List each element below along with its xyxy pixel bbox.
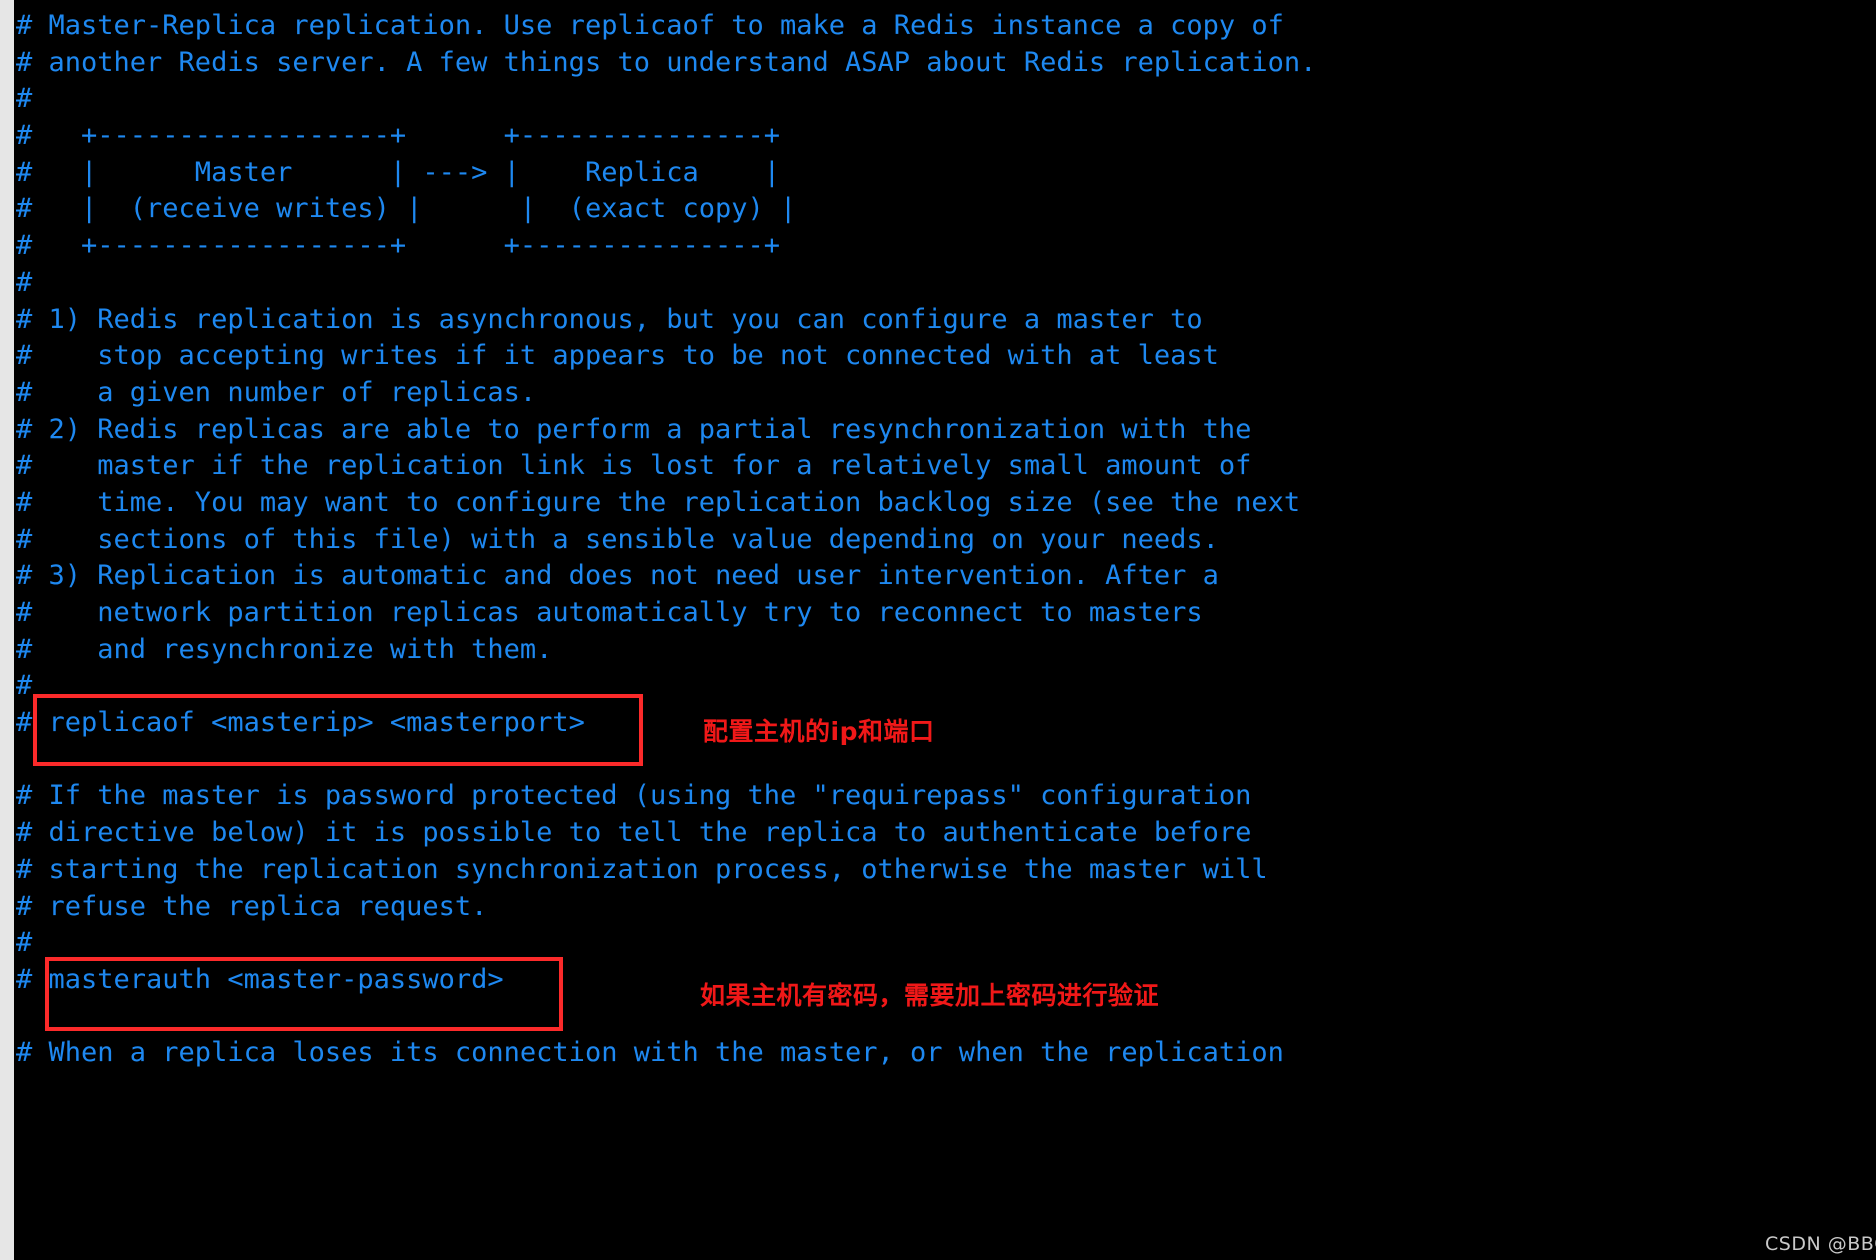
code-line: # sections of this file) with a sensible… bbox=[16, 523, 1219, 555]
code-line-ascii-box-sub: # | (receive writes) | | (exact copy) | bbox=[16, 193, 797, 225]
code-line: # 2) Redis replicas are able to perform … bbox=[16, 413, 1252, 445]
code-line: # master if the replication link is lost… bbox=[16, 450, 1252, 482]
code-line: # refuse the replica request. bbox=[16, 890, 488, 922]
code-line: # If the master is password protected (u… bbox=[16, 780, 1252, 812]
code-line: # network partition replicas automatical… bbox=[16, 597, 1203, 628]
code-line: # and resynchronize with them. bbox=[16, 633, 553, 665]
csdn-watermark: CSDN @BBQ__XB bbox=[1765, 1233, 1876, 1255]
code-line-masterauth: # masterauth <master-password> bbox=[16, 963, 504, 995]
code-line: # bbox=[16, 266, 33, 298]
code-line: # a given number of replicas. bbox=[16, 376, 537, 408]
code-line-ascii-box-bottom: # +------------------+ +---------------+ bbox=[16, 230, 781, 262]
terminal-window: # Master-Replica replication. Use replic… bbox=[0, 0, 1876, 1260]
code-line: # another Redis server. A few things to … bbox=[16, 46, 1317, 78]
code-line-ascii-box-top: # +------------------+ +---------------+ bbox=[16, 120, 781, 152]
code-line: # bbox=[16, 670, 33, 702]
code-line-replicaof: # replicaof <masterip> <masterport> bbox=[16, 707, 585, 739]
code-line: # 1) Redis replication is asynchronous, … bbox=[16, 303, 1203, 335]
code-line: # stop accepting writes if it appears to… bbox=[16, 340, 1219, 372]
code-line: # time. You may want to configure the re… bbox=[16, 486, 1301, 518]
window-left-gutter bbox=[0, 0, 14, 1260]
code-line: # directive below) it is possible to tel… bbox=[16, 817, 1252, 849]
code-line: # Master-Replica replication. Use replic… bbox=[16, 10, 1284, 41]
code-line: # bbox=[16, 927, 33, 959]
code-line: # bbox=[16, 83, 33, 115]
code-line: # 3) Replication is automatic and does n… bbox=[16, 560, 1219, 592]
code-line: # starting the replication synchronizati… bbox=[16, 853, 1268, 885]
code-line-ascii-box-title: # | Master | ---> | Replica | bbox=[16, 156, 781, 188]
code-line-partial: # When a replica loses its connection wi… bbox=[16, 1037, 1284, 1069]
config-file-text[interactable]: # Master-Replica replication. Use replic… bbox=[14, 0, 1876, 1260]
